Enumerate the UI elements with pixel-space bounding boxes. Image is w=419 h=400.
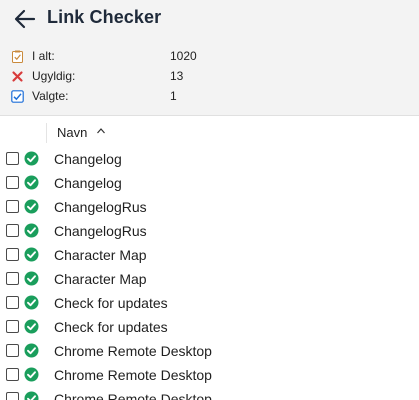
stat-value: 1020 xyxy=(170,49,197,63)
valid-check-icon xyxy=(24,295,39,310)
row-label: ChangelogRus xyxy=(54,199,147,215)
row-label: ChangelogRus xyxy=(54,223,147,239)
row-label: Character Map xyxy=(54,247,147,263)
valid-check-icon xyxy=(24,151,39,166)
row-checkbox[interactable] xyxy=(6,200,19,213)
stat-value: 13 xyxy=(170,69,184,83)
row-checkbox[interactable] xyxy=(6,296,19,309)
valid-check-icon xyxy=(24,247,39,262)
list-item[interactable]: Chrome Remote Desktop xyxy=(0,363,419,387)
stat-label: Ugyldig: xyxy=(32,69,76,83)
list-item[interactable]: Check for updates xyxy=(0,291,419,315)
sort-ascending-icon[interactable] xyxy=(96,126,106,136)
row-checkbox[interactable] xyxy=(6,152,19,165)
header-bar: Link Checker xyxy=(0,0,419,40)
row-label: Changelog xyxy=(54,151,122,167)
back-button[interactable] xyxy=(12,8,38,30)
list-item[interactable]: ChangelogRus xyxy=(0,219,419,243)
row-label: Chrome Remote Desktop xyxy=(54,391,212,400)
page-title: Link Checker xyxy=(47,7,162,27)
column-header: Navn xyxy=(0,121,419,143)
checked-box-icon xyxy=(11,90,24,103)
row-checkbox[interactable] xyxy=(6,248,19,261)
clipboard-check-icon xyxy=(12,50,23,63)
list-item[interactable]: Chrome Remote Desktop xyxy=(0,339,419,363)
stat-selected: Valgte: 1 xyxy=(0,87,419,107)
stat-total: I alt: 1020 xyxy=(0,47,419,67)
row-checkbox[interactable] xyxy=(6,392,19,400)
stat-label: Valgte: xyxy=(32,89,69,103)
valid-check-icon xyxy=(24,391,39,400)
list-item[interactable]: Character Map xyxy=(0,243,419,267)
valid-check-icon xyxy=(24,319,39,334)
valid-check-icon xyxy=(24,175,39,190)
list-item[interactable]: Character Map xyxy=(0,267,419,291)
row-checkbox[interactable] xyxy=(6,344,19,357)
list-item[interactable]: Chrome Remote Desktop xyxy=(0,387,419,400)
list-item[interactable]: Check for updates xyxy=(0,315,419,339)
row-label: Character Map xyxy=(54,271,147,287)
column-separator xyxy=(46,123,47,143)
row-checkbox[interactable] xyxy=(6,176,19,189)
column-header-name[interactable]: Navn xyxy=(57,125,87,140)
stat-value: 1 xyxy=(170,89,177,103)
list-item[interactable]: Changelog xyxy=(0,147,419,171)
valid-check-icon xyxy=(24,199,39,214)
stat-label: I alt: xyxy=(32,49,55,63)
row-checkbox[interactable] xyxy=(6,272,19,285)
row-label: Changelog xyxy=(54,175,122,191)
list-item[interactable]: ChangelogRus xyxy=(0,195,419,219)
list-item[interactable]: Changelog xyxy=(0,171,419,195)
row-label: Check for updates xyxy=(54,319,168,335)
arrow-left-icon xyxy=(14,9,36,29)
valid-check-icon xyxy=(24,223,39,238)
red-x-icon xyxy=(12,71,23,82)
stat-invalid: Ugyldig: 13 xyxy=(0,67,419,87)
summary-panel: I alt: 1020 Ugyldig: 13 Valgte: 1 xyxy=(0,40,419,115)
row-label: Chrome Remote Desktop xyxy=(54,367,212,383)
row-checkbox[interactable] xyxy=(6,320,19,333)
row-label: Check for updates xyxy=(54,295,168,311)
divider xyxy=(0,115,419,116)
valid-check-icon xyxy=(24,271,39,286)
valid-check-icon xyxy=(24,367,39,382)
link-list: Changelog Changelog ChangelogRus ChangelogR… xyxy=(0,147,419,400)
row-checkbox[interactable] xyxy=(6,224,19,237)
row-label: Chrome Remote Desktop xyxy=(54,343,212,359)
row-checkbox[interactable] xyxy=(6,368,19,381)
valid-check-icon xyxy=(24,343,39,358)
